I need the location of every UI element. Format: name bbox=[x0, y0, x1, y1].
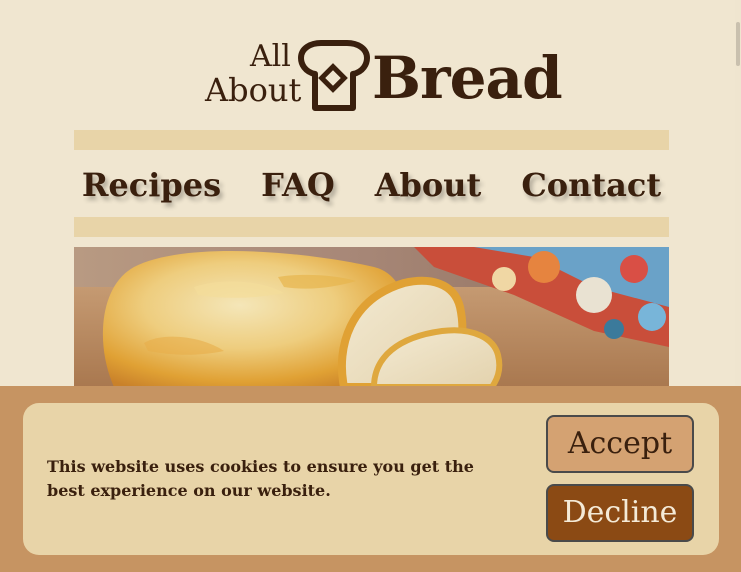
logo-text-about: About bbox=[205, 71, 302, 109]
logo-text-all: All bbox=[250, 39, 291, 74]
nav-band-bottom bbox=[74, 217, 669, 237]
cookie-message: This website uses cookies to ensure you … bbox=[47, 457, 474, 500]
hero-bread-image bbox=[74, 247, 669, 387]
nav-item-about[interactable]: About bbox=[375, 160, 482, 210]
bread-slice-icon bbox=[298, 40, 370, 111]
nav-item-contact[interactable]: Contact bbox=[521, 160, 661, 210]
cookie-consent-bar: This website uses cookies to ensure you … bbox=[0, 386, 741, 572]
site-logo[interactable]: All About Bread bbox=[205, 38, 563, 114]
accept-cookies-button[interactable]: Accept bbox=[546, 415, 694, 473]
nav-item-recipes[interactable]: Recipes bbox=[82, 160, 221, 210]
scrollbar-thumb[interactable] bbox=[736, 22, 740, 66]
nav-item-faq[interactable]: FAQ bbox=[261, 160, 335, 210]
nav-band-top bbox=[74, 130, 669, 150]
logo-wordmark: Bread bbox=[372, 44, 563, 112]
sliced-bread-loaf-photo bbox=[74, 247, 669, 387]
cookie-consent-card: This website uses cookies to ensure you … bbox=[23, 403, 719, 555]
decline-cookies-button[interactable]: Decline bbox=[546, 484, 694, 542]
main-nav: Recipes FAQ About Contact bbox=[74, 160, 669, 210]
